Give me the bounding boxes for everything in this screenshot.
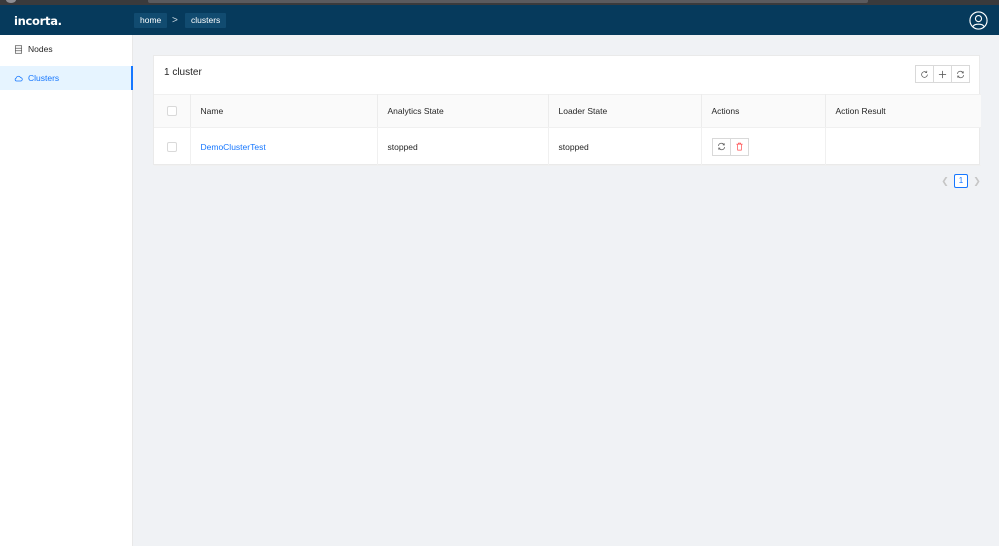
delete-cluster-button[interactable] (729, 137, 749, 156)
analytics-state-cell: stopped (377, 127, 549, 166)
loader-state-cell: stopped (548, 127, 702, 166)
action-result-cell (825, 127, 981, 166)
column-header-analytics-state[interactable]: Analytics State (377, 94, 549, 128)
cluster-name-link[interactable]: DemoClusterTest (201, 142, 266, 152)
sidebar-item-nodes[interactable]: Nodes (0, 37, 133, 61)
sidebar-item-label: Clusters (28, 73, 60, 83)
chevron-right-icon[interactable]: ❯ (972, 176, 982, 187)
page-number-current[interactable]: 1 (954, 174, 968, 188)
cloud-icon (14, 75, 23, 81)
add-cluster-button[interactable] (933, 65, 952, 83)
sync-icon (717, 142, 725, 151)
table-toolbar (915, 65, 970, 83)
breadcrumb-separator: > (172, 15, 178, 26)
header-select-all (154, 94, 191, 128)
trash-icon (735, 142, 743, 151)
plus-icon (938, 70, 947, 78)
breadcrumb-clusters[interactable]: clusters (185, 13, 227, 28)
actions-cell (701, 127, 826, 166)
top-header: incorta. home > clusters (0, 5, 999, 35)
row-select-cell (154, 127, 191, 166)
clusters-card: 1 cluster Name Analytics State Loader St… (153, 55, 981, 166)
user-avatar-icon[interactable] (969, 11, 988, 30)
pagination: ❮ 1 ❯ (940, 174, 982, 188)
sidebar-item-label: Nodes (28, 44, 53, 54)
restart-cluster-button[interactable] (711, 137, 731, 156)
row-checkbox[interactable] (167, 141, 177, 152)
chevron-left-icon[interactable]: ❮ (940, 176, 950, 187)
column-header-action-result: Action Result (825, 94, 981, 128)
reload-button[interactable] (915, 65, 934, 83)
server-icon (14, 44, 23, 54)
cluster-name-cell: DemoClusterTest (190, 127, 378, 166)
page-title: 1 cluster (164, 67, 202, 78)
sidebar-item-clusters[interactable]: Clusters (0, 66, 133, 90)
sidebar: Nodes Clusters (0, 35, 133, 546)
column-header-actions: Actions (701, 94, 826, 128)
clusters-table: Name Analytics State Loader State Action… (154, 94, 981, 166)
address-bar-edge (148, 0, 868, 3)
column-header-name[interactable]: Name (190, 94, 378, 128)
reload-icon (921, 70, 928, 78)
sync-icon (957, 70, 964, 78)
select-all-checkbox[interactable] (167, 106, 177, 117)
column-header-loader-state[interactable]: Loader State (548, 94, 702, 128)
table-row: DemoClusterTest stopped stopped (154, 127, 981, 166)
breadcrumb-home[interactable]: home (134, 13, 168, 28)
window-dot (6, 0, 16, 3)
incorta-logo: incorta. (14, 14, 62, 28)
table-header-row: Name Analytics State Loader State Action… (154, 94, 981, 128)
sync-button[interactable] (951, 65, 970, 83)
